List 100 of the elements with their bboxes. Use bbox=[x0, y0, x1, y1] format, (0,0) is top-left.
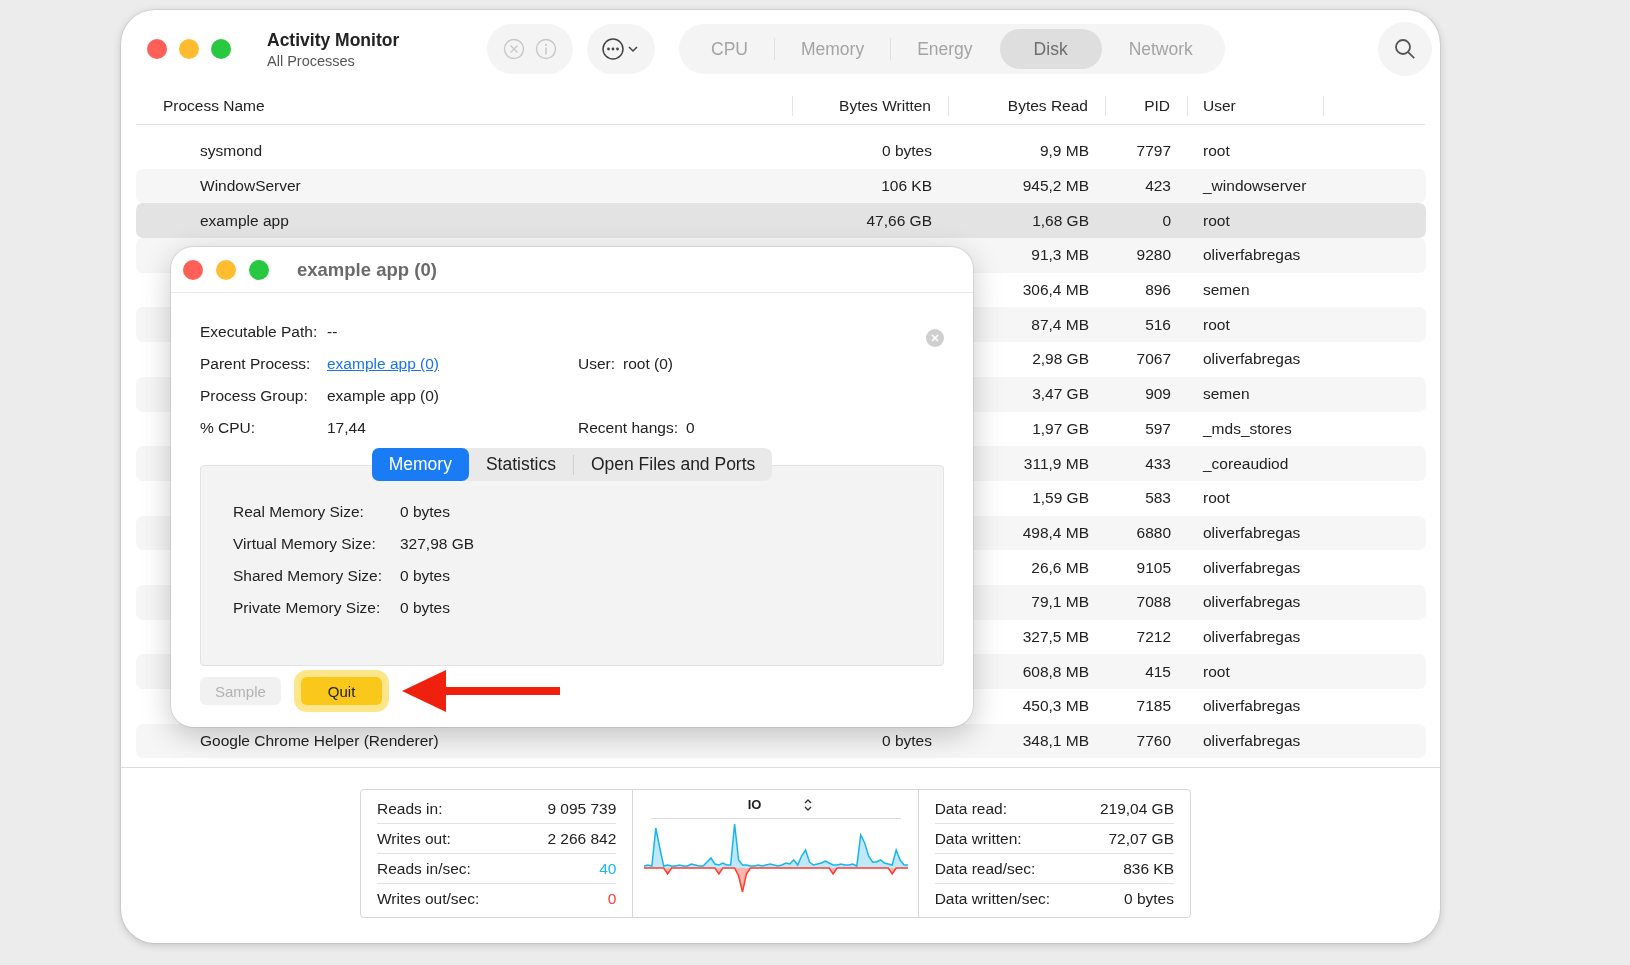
field-value: 0 bbox=[685, 419, 695, 437]
table-cell: 91,3 MB bbox=[1031, 246, 1089, 264]
table-cell: 1,68 GB bbox=[1032, 211, 1089, 229]
table-cell: _mds_stores bbox=[1203, 419, 1292, 437]
table-cell: 87,4 MB bbox=[1031, 315, 1089, 333]
stat-label: Data read/sec: bbox=[934, 859, 1036, 878]
table-cell: 423 bbox=[1145, 177, 1171, 195]
table-cell: 6880 bbox=[1136, 523, 1171, 541]
dialog-title: example app (0) bbox=[297, 258, 437, 281]
field-value: 17,44 bbox=[327, 419, 366, 437]
field-label: % CPU: bbox=[200, 419, 257, 437]
stat-label: Reads in: bbox=[377, 799, 443, 818]
field-value: 327,98 GB bbox=[400, 535, 475, 553]
table-cell: 1,59 GB bbox=[1032, 489, 1089, 507]
stat-value: 0 bbox=[607, 889, 617, 908]
field-value: example app (0) bbox=[327, 387, 439, 405]
field-label: Shared Memory Size: bbox=[233, 567, 384, 585]
table-cell: 327,5 MB bbox=[1022, 627, 1089, 645]
table-cell: 9280 bbox=[1136, 246, 1171, 264]
table-cell: Google Chrome Helper (Renderer) bbox=[200, 732, 439, 750]
stat-label: Data written/sec: bbox=[934, 889, 1051, 908]
table-cell: root bbox=[1203, 662, 1230, 680]
table-cell: oliverfabregas bbox=[1203, 697, 1301, 715]
table-cell: 2,98 GB bbox=[1032, 350, 1089, 368]
table-cell: 7088 bbox=[1136, 593, 1171, 611]
stat-value: 72,07 GB bbox=[1108, 829, 1174, 848]
field-label: Process Group: bbox=[200, 387, 309, 405]
field-label: Recent hangs: bbox=[578, 419, 678, 437]
table-cell: 7067 bbox=[1136, 350, 1171, 368]
stat-value: 40 bbox=[599, 859, 617, 878]
table-cell: 26,6 MB bbox=[1031, 558, 1089, 576]
table-cell: WindowServer bbox=[200, 177, 301, 195]
table-cell: sysmond bbox=[200, 142, 263, 160]
table-cell: root bbox=[1203, 142, 1230, 160]
table-cell: 415 bbox=[1145, 662, 1171, 680]
table-cell: root bbox=[1203, 315, 1230, 333]
table-cell: oliverfabregas bbox=[1203, 523, 1301, 541]
stat-label: Data read: bbox=[934, 799, 1007, 818]
table-cell: _windowserver bbox=[1203, 177, 1307, 195]
table-cell: 516 bbox=[1145, 315, 1171, 333]
field-label: Virtual Memory Size: bbox=[233, 535, 377, 553]
table-cell: 306,4 MB bbox=[1022, 281, 1089, 299]
table-cell: 311,9 MB bbox=[1023, 454, 1089, 472]
table-cell: 945,2 MB bbox=[1022, 177, 1089, 195]
stat-label: Reads in/sec: bbox=[377, 859, 471, 878]
table-cell: 597 bbox=[1145, 419, 1171, 437]
table-cell: 0 bytes bbox=[882, 732, 932, 750]
table-cell: 1,97 GB bbox=[1032, 419, 1089, 437]
field-label: Real Memory Size: bbox=[233, 503, 365, 521]
field-label: Private Memory Size: bbox=[233, 599, 382, 617]
table-cell: oliverfabregas bbox=[1203, 350, 1301, 368]
table-cell: 7212 bbox=[1136, 627, 1171, 645]
table-cell: oliverfabregas bbox=[1203, 558, 1301, 576]
table-cell: 9,9 MB bbox=[1039, 142, 1089, 160]
table-cell: 9105 bbox=[1136, 558, 1171, 576]
stat-value: 836 KB bbox=[1123, 859, 1174, 878]
stat-value: 0 bytes bbox=[1124, 889, 1174, 908]
table-cell: 79,1 MB bbox=[1031, 593, 1089, 611]
field-value: 0 bytes bbox=[400, 567, 450, 585]
stat-label: Writes out: bbox=[377, 829, 451, 848]
table-cell: example app bbox=[200, 211, 289, 229]
table-cell: oliverfabregas bbox=[1203, 627, 1301, 645]
table-cell: oliverfabregas bbox=[1203, 732, 1301, 750]
table-cell: _coreaudiod bbox=[1203, 454, 1289, 472]
table-cell: 3,47 GB bbox=[1032, 385, 1089, 403]
table-cell: semen bbox=[1203, 281, 1250, 299]
stat-value: 2 266 842 bbox=[547, 829, 617, 848]
table-cell: root bbox=[1203, 489, 1230, 507]
table-cell: oliverfabregas bbox=[1203, 593, 1301, 611]
table-cell: 106 KB bbox=[881, 177, 932, 195]
table-cell: 0 bytes bbox=[882, 142, 932, 160]
table-cell: 7185 bbox=[1136, 697, 1171, 715]
table-cell: 896 bbox=[1145, 281, 1171, 299]
table-cell: 909 bbox=[1145, 385, 1171, 403]
window-subtitle: All Processes bbox=[267, 52, 356, 69]
table-cell: 433 bbox=[1145, 454, 1171, 472]
field-value: -- bbox=[327, 323, 338, 341]
field-label: User: bbox=[578, 355, 616, 373]
table-cell: 7760 bbox=[1136, 732, 1171, 750]
stat-value: 219,04 GB bbox=[1099, 799, 1174, 818]
stat-value: 9 095 739 bbox=[547, 799, 617, 818]
table-cell: root bbox=[1203, 211, 1230, 229]
table-cell: 450,3 MB bbox=[1022, 697, 1089, 715]
field-label: Parent Process: bbox=[200, 355, 312, 373]
field-value: 0 bytes bbox=[400, 599, 450, 617]
table-cell: oliverfabregas bbox=[1203, 246, 1301, 264]
table-cell: 583 bbox=[1145, 489, 1171, 507]
table-cell: 608,8 MB bbox=[1022, 662, 1089, 680]
field-value: 0 bytes bbox=[400, 503, 450, 521]
table-cell: 7797 bbox=[1136, 142, 1171, 160]
table-cell: semen bbox=[1203, 385, 1250, 403]
window-title: Activity Monitor bbox=[267, 29, 401, 51]
stat-label: Data written: bbox=[934, 829, 1022, 848]
field-value: root (0) bbox=[623, 355, 673, 373]
field-label: Executable Path: bbox=[200, 323, 319, 341]
table-cell: 47,66 GB bbox=[866, 211, 932, 229]
table-cell: 0 bbox=[1162, 211, 1171, 229]
table-cell: 348,1 MB bbox=[1022, 732, 1089, 750]
stat-label: Writes out/sec: bbox=[377, 889, 480, 908]
table-cell: 498,4 MB bbox=[1022, 523, 1089, 541]
